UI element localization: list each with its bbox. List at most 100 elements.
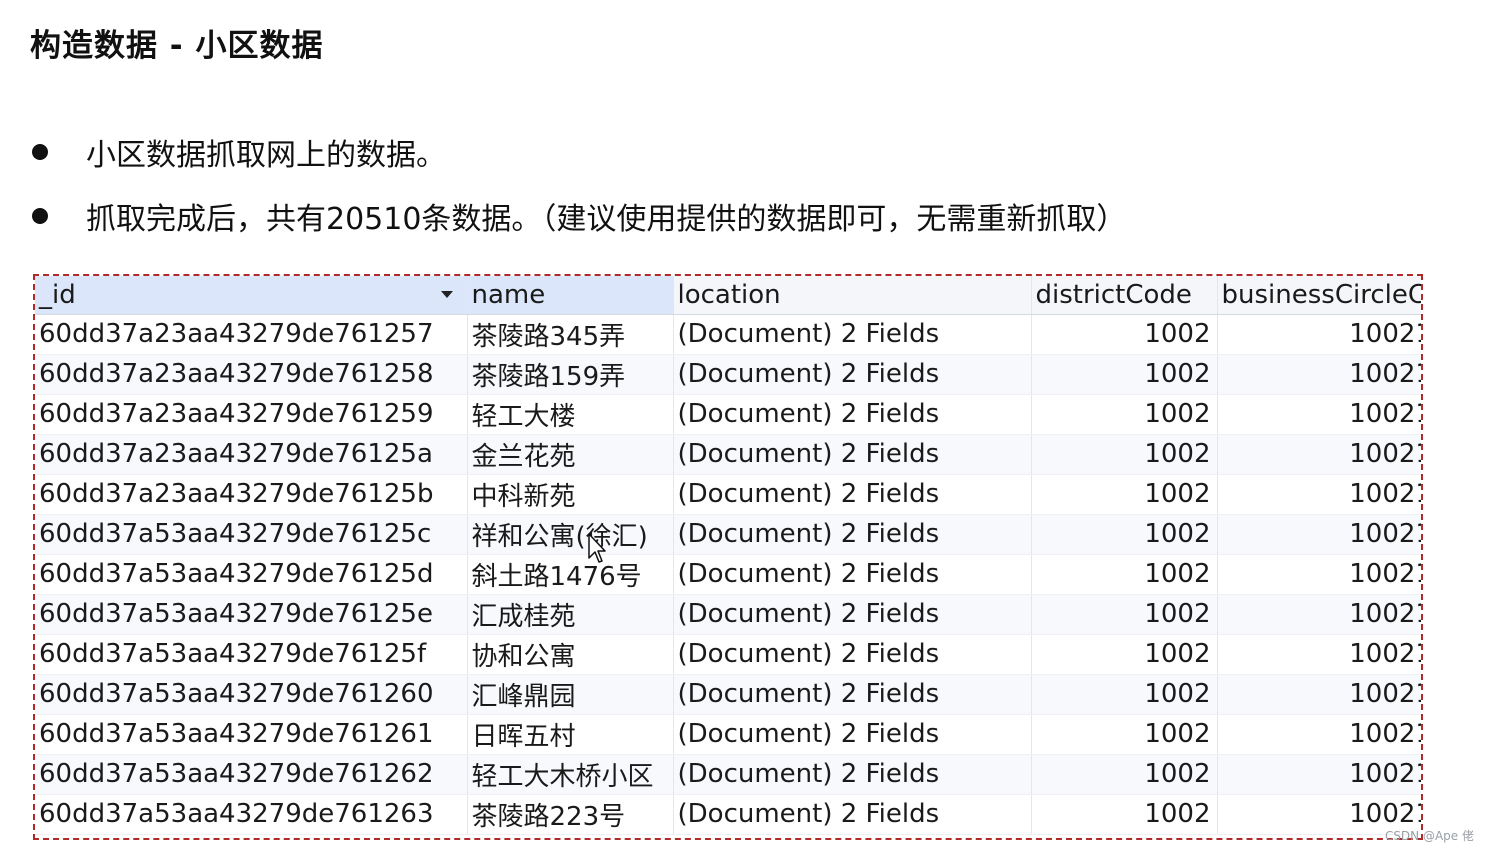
cell-business-circle-code[interactable]: 100212 [1217,554,1421,595]
cell-location[interactable]: (Document) 2 Fields [673,634,1032,675]
column-header-business-circle-code[interactable]: businessCircleCode [1217,276,1423,315]
cell-location[interactable]: (Document) 2 Fields [673,474,1032,515]
cell-location[interactable]: (Document) 2 Fields [673,794,1032,835]
column-header-district-code[interactable]: districtCode [1031,276,1218,315]
table-row[interactable]: 60dd37a53aa43279de76125d 斜土路1476号 (Documen… [35,554,1421,595]
data-grid: _id name location districtCode businessC… [35,276,1423,835]
cell-district-code[interactable]: 1002 [1031,314,1218,355]
cell-id[interactable]: 60dd37a23aa43279de76125b [35,474,468,515]
bullet-item: 抓取完成后，共有20510条数据。（建议使用提供的数据即可，无需重新抓取） [30,184,1126,248]
table-row[interactable]: 60dd37a23aa43279de761257 茶陵路345弄 (Document… [35,314,1421,355]
cell-business-circle-code[interactable]: 100212 [1217,394,1421,435]
cell-name[interactable]: 协和公寓 [467,634,674,675]
cell-location[interactable]: (Document) 2 Fields [673,554,1032,595]
cell-id[interactable]: 60dd37a53aa43279de761260 [35,674,468,715]
cell-id[interactable]: 60dd37a23aa43279de761258 [35,354,468,395]
header-row: _id name location districtCode businessC… [35,276,1423,315]
cell-id[interactable]: 60dd37a53aa43279de761261 [35,714,468,755]
cell-district-code[interactable]: 1002 [1031,554,1218,595]
table-row[interactable]: 60dd37a23aa43279de76125a 金兰花苑 (Document) 2… [35,434,1421,475]
cell-name[interactable]: 茶陵路345弄 [467,314,674,355]
table-row[interactable]: 60dd37a53aa43279de761262 轻工大木桥小区 (Document… [35,754,1421,795]
column-header-label: location [677,279,781,310]
bullet-dot-icon [32,144,48,160]
cell-name[interactable]: 茶陵路223号 [467,794,674,835]
column-header-label: _id [39,279,76,310]
cell-business-circle-code[interactable]: 100212 [1217,314,1421,355]
cell-business-circle-code[interactable]: 100212 [1217,634,1421,675]
column-header-id[interactable]: _id [35,276,468,315]
cell-business-circle-code[interactable]: 100212 [1217,594,1421,635]
bullet-dot-icon [32,208,48,224]
cell-business-circle-code[interactable]: 100212 [1217,674,1421,715]
table-row[interactable]: 60dd37a53aa43279de76125c 祥和公寓(徐汇) (Documen… [35,514,1421,555]
table-row[interactable]: 60dd37a23aa43279de76125b 中科新苑 (Document) 2… [35,474,1421,515]
cell-location[interactable]: (Document) 2 Fields [673,594,1032,635]
cell-district-code[interactable]: 1002 [1031,754,1218,795]
table-row[interactable]: 60dd37a53aa43279de761263 茶陵路223号 (Document… [35,794,1421,835]
cell-location[interactable]: (Document) 2 Fields [673,674,1032,715]
cell-id[interactable]: 60dd37a23aa43279de761259 [35,394,468,435]
cell-district-code[interactable]: 1002 [1031,634,1218,675]
bullet-text: 抓取完成后，共有20510条数据。（建议使用提供的数据即可，无需重新抓取） [86,202,1127,237]
cell-id[interactable]: 60dd37a23aa43279de761257 [35,314,468,355]
cell-id[interactable]: 60dd37a53aa43279de76125d [35,554,468,595]
table-row[interactable]: 60dd37a23aa43279de761259 轻工大楼 (Document) 2… [35,394,1421,435]
cell-name[interactable]: 中科新苑 [467,474,674,515]
page-title: 构造数据 - 小区数据 [30,28,324,64]
cell-location[interactable]: (Document) 2 Fields [673,714,1032,755]
cell-location[interactable]: (Document) 2 Fields [673,514,1032,555]
cell-id[interactable]: 60dd37a53aa43279de76125c [35,514,468,555]
cell-location[interactable]: (Document) 2 Fields [673,394,1032,435]
cell-location[interactable]: (Document) 2 Fields [673,314,1032,355]
cell-name[interactable]: 汇成桂苑 [467,594,674,635]
watermark: CSDN @Ape 佬 [1384,829,1474,843]
column-header-name[interactable]: name [467,276,674,315]
table-row[interactable]: 60dd37a23aa43279de761258 茶陵路159弄 (Document… [35,354,1421,395]
cell-location[interactable]: (Document) 2 Fields [673,354,1032,395]
column-header-label: name [471,279,546,310]
cell-district-code[interactable]: 1002 [1031,794,1218,835]
cell-name[interactable]: 金兰花苑 [467,434,674,475]
cell-district-code[interactable]: 1002 [1031,474,1218,515]
cell-district-code[interactable]: 1002 [1031,434,1218,475]
cell-name[interactable]: 茶陵路159弄 [467,354,674,395]
cell-business-circle-code[interactable]: 100212 [1217,754,1421,795]
cell-id[interactable]: 60dd37a23aa43279de76125a [35,434,468,475]
cell-name[interactable]: 祥和公寓(徐汇) [467,514,674,555]
table-row[interactable]: 60dd37a53aa43279de76125e 汇成桂苑 (Document) 2… [35,594,1421,635]
chevron-down-icon[interactable] [440,291,453,298]
cell-business-circle-code[interactable]: 100212 [1217,714,1421,755]
cell-name[interactable]: 汇峰鼎园 [467,674,674,715]
cell-district-code[interactable]: 1002 [1031,674,1218,715]
table-row[interactable]: 60dd37a53aa43279de761260 汇峰鼎园 (Document) 2… [35,674,1421,715]
cell-location[interactable]: (Document) 2 Fields [673,754,1032,795]
cell-name[interactable]: 日晖五村 [467,714,674,755]
cell-district-code[interactable]: 1002 [1031,354,1218,395]
bullet-item: 小区数据抓取网上的数据。 [30,120,1126,184]
column-header-label: districtCode [1035,279,1192,310]
column-header-location[interactable]: location [673,276,1032,315]
cell-business-circle-code[interactable]: 100212 [1217,474,1421,515]
cell-name[interactable]: 斜土路1476号 [467,554,674,595]
data-table-frame: _id name location districtCode businessC… [33,274,1423,840]
table-row[interactable]: 60dd37a53aa43279de76125f 协和公寓 (Document) 2… [35,634,1421,675]
cell-district-code[interactable]: 1002 [1031,514,1218,555]
cell-id[interactable]: 60dd37a53aa43279de761262 [35,754,468,795]
column-header-label: businessCircleCode [1221,279,1423,310]
cell-district-code[interactable]: 1002 [1031,594,1218,635]
cell-id[interactable]: 60dd37a53aa43279de76125f [35,634,468,675]
cell-location[interactable]: (Document) 2 Fields [673,434,1032,475]
bullet-list: 小区数据抓取网上的数据。 抓取完成后，共有20510条数据。（建议使用提供的数据… [30,120,1126,248]
cell-district-code[interactable]: 1002 [1031,394,1218,435]
cell-id[interactable]: 60dd37a53aa43279de76125e [35,594,468,635]
bullet-text: 小区数据抓取网上的数据。 [86,138,446,173]
cell-business-circle-code[interactable]: 100212 [1217,434,1421,475]
cell-district-code[interactable]: 1002 [1031,714,1218,755]
cell-name[interactable]: 轻工大木桥小区 [467,754,674,795]
cell-business-circle-code[interactable]: 100212 [1217,354,1421,395]
table-row[interactable]: 60dd37a53aa43279de761261 日晖五村 (Document) 2… [35,714,1421,755]
cell-business-circle-code[interactable]: 100212 [1217,514,1421,555]
cell-id[interactable]: 60dd37a53aa43279de761263 [35,794,468,835]
cell-name[interactable]: 轻工大楼 [467,394,674,435]
